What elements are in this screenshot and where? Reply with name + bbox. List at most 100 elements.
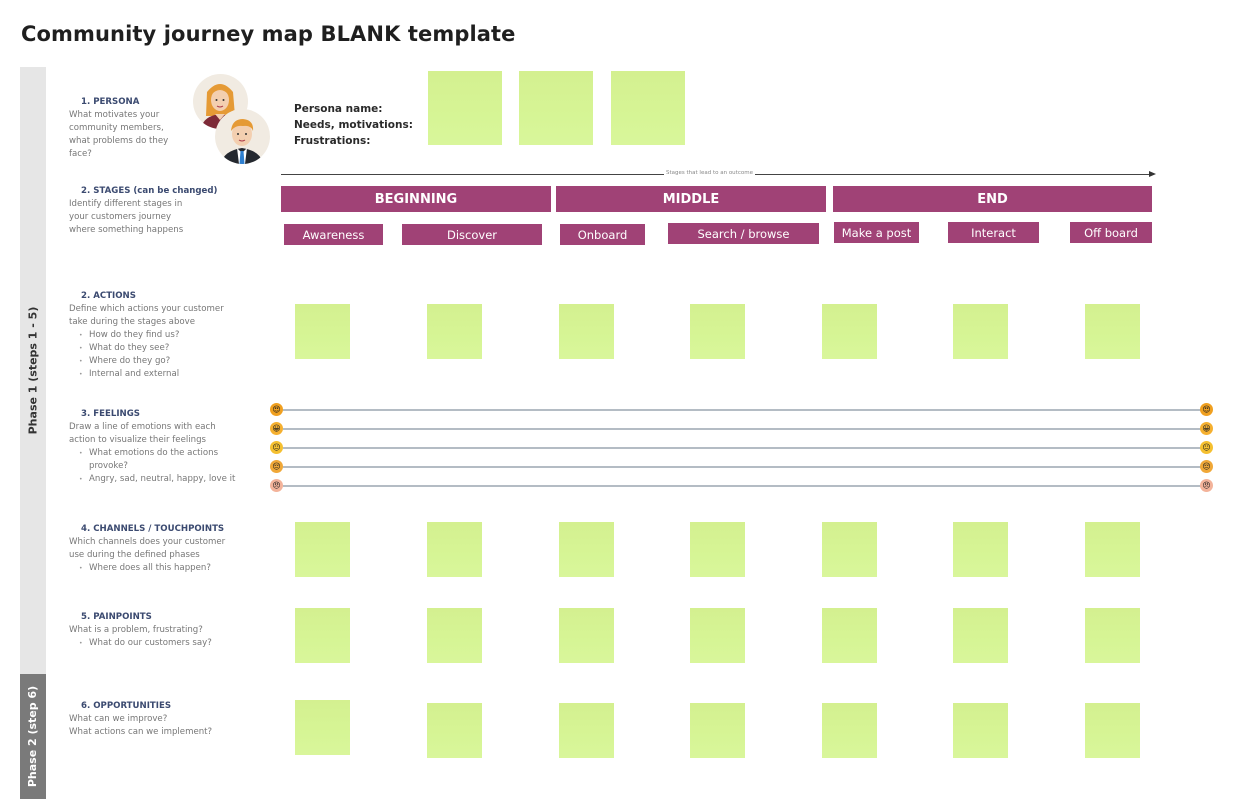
substage-onboard[interactable]: Onboard	[560, 224, 645, 245]
section-line: your customers journey	[69, 212, 172, 222]
channels-sticky-note[interactable]	[822, 522, 877, 577]
opportunities-sticky-note[interactable]	[295, 700, 350, 755]
section-line: What is a problem, frustrating?	[69, 625, 203, 635]
channels-sticky-note[interactable]	[953, 522, 1008, 577]
section-opportunities: 6. OPPORTUNITIES What can we improve? Wh…	[69, 700, 249, 739]
stage-middle[interactable]: MIDDLE	[556, 186, 826, 212]
sad-emoji-icon: 😔	[270, 460, 283, 473]
actions-sticky-note[interactable]	[559, 304, 614, 359]
section-heading: 6. OPPORTUNITIES	[81, 701, 172, 711]
stage-beginning[interactable]: BEGINNING	[281, 186, 551, 212]
section-line: Which channels does your customer	[69, 537, 226, 547]
phase-1-bar: Phase 1 (steps 1 - 5)	[20, 67, 46, 674]
actions-sticky-note[interactable]	[953, 304, 1008, 359]
section-heading: 5. PAINPOINTS	[81, 612, 152, 622]
persona-fields: Persona name: Needs, motivations: Frustr…	[294, 101, 413, 149]
angry-emoji-icon: 😠	[270, 479, 283, 492]
section-heading: 1. PERSONA	[81, 97, 140, 107]
feeling-line-love-it	[283, 409, 1201, 411]
arrow-right-icon	[1149, 171, 1156, 177]
page-title: Community journey map BLANK template	[21, 22, 516, 46]
substage-search-browse[interactable]: Search / browse	[668, 223, 819, 244]
stage-end[interactable]: END	[833, 186, 1152, 212]
persona-sticky-note[interactable]	[428, 71, 502, 145]
section-bullet: What do our customers say?	[79, 637, 249, 650]
section-heading: 2. STAGES (can be changed)	[81, 186, 218, 196]
section-line: Identify different stages in	[69, 199, 183, 209]
phase-2-bar: Phase 2 (step 6)	[20, 674, 46, 799]
neutral-emoji-icon: 😐	[1200, 441, 1213, 454]
persona-sticky-note[interactable]	[611, 71, 685, 145]
channels-sticky-note[interactable]	[295, 522, 350, 577]
section-heading: 4. CHANNELS / TOUCHPOINTS	[81, 524, 225, 534]
section-persona: 1. PERSONA What motivates your community…	[69, 96, 179, 161]
section-actions: 2. ACTIONS Define which actions your cus…	[69, 290, 249, 381]
section-channels: 4. CHANNELS / TOUCHPOINTS Which channels…	[69, 523, 249, 575]
section-heading: 2. ACTIONS	[81, 291, 136, 301]
section-bullet: Where does all this happen?	[79, 562, 249, 575]
section-heading: 3. FEELINGS	[81, 409, 140, 419]
phase-2-label: Phase 2 (step 6)	[26, 685, 40, 788]
actions-sticky-note[interactable]	[690, 304, 745, 359]
section-line: What can we improve?	[69, 714, 168, 724]
persona-frustrations-label: Frustrations:	[294, 135, 371, 147]
channels-sticky-note[interactable]	[559, 522, 614, 577]
neutral-emoji-icon: 😐	[270, 441, 283, 454]
persona-name-label: Persona name:	[294, 103, 383, 115]
section-line: community members,	[69, 123, 164, 133]
opportunities-sticky-note[interactable]	[427, 703, 482, 758]
section-line: action to visualize their feelings	[69, 435, 207, 445]
persona-sticky-note[interactable]	[519, 71, 593, 145]
substage-awareness[interactable]: Awareness	[284, 224, 383, 245]
section-line: What actions can we implement?	[69, 727, 213, 737]
section-line: What motivates your	[69, 110, 160, 120]
happy-emoji-icon: 😀	[270, 422, 283, 435]
sad-emoji-icon: 😔	[1200, 460, 1213, 473]
opportunities-sticky-note[interactable]	[953, 703, 1008, 758]
love-it-emoji-icon: 😍	[1200, 403, 1213, 416]
section-line: Define which actions your customer	[69, 304, 224, 314]
opportunities-sticky-note[interactable]	[690, 703, 745, 758]
section-line: what problems do they	[69, 136, 169, 146]
painpoints-sticky-note[interactable]	[690, 608, 745, 663]
happy-emoji-icon: 😀	[1200, 422, 1213, 435]
actions-sticky-note[interactable]	[822, 304, 877, 359]
phase-1-label: Phase 1 (steps 1 - 5)	[26, 306, 40, 435]
painpoints-sticky-note[interactable]	[559, 608, 614, 663]
channels-sticky-note[interactable]	[1085, 522, 1140, 577]
painpoints-sticky-note[interactable]	[295, 608, 350, 663]
opportunities-sticky-note[interactable]	[822, 703, 877, 758]
section-bullet: What do they see?	[79, 342, 249, 355]
section-bullet: How do they find us?	[79, 329, 249, 342]
section-line: where something happens	[69, 225, 184, 235]
timeline-label: Stages that lead to an outcome	[664, 170, 755, 176]
painpoints-sticky-note[interactable]	[822, 608, 877, 663]
painpoints-sticky-note[interactable]	[1085, 608, 1140, 663]
section-bullet: Angry, sad, neutral, happy, love it	[79, 473, 239, 486]
section-feelings: 3. FEELINGS Draw a line of emotions with…	[69, 408, 239, 486]
section-bullet: What emotions do the actions provoke?	[79, 447, 219, 473]
channels-sticky-note[interactable]	[690, 522, 745, 577]
substage-make-a-post[interactable]: Make a post	[834, 222, 919, 243]
feeling-line-angry	[283, 485, 1201, 487]
substage-interact[interactable]: Interact	[948, 222, 1039, 243]
angry-emoji-icon: 😠	[1200, 479, 1213, 492]
opportunities-sticky-note[interactable]	[1085, 703, 1140, 758]
persona-avatars	[193, 74, 273, 166]
actions-sticky-note[interactable]	[427, 304, 482, 359]
feeling-line-neutral	[283, 447, 1201, 449]
substage-discover[interactable]: Discover	[402, 224, 542, 245]
substage-off-board[interactable]: Off board	[1070, 222, 1152, 243]
opportunities-sticky-note[interactable]	[559, 703, 614, 758]
section-line: take during the stages above	[69, 317, 196, 327]
painpoints-sticky-note[interactable]	[953, 608, 1008, 663]
section-bullet: Internal and external	[79, 368, 249, 381]
actions-sticky-note[interactable]	[1085, 304, 1140, 359]
section-line: Draw a line of emotions with each	[69, 422, 216, 432]
channels-sticky-note[interactable]	[427, 522, 482, 577]
actions-sticky-note[interactable]	[295, 304, 350, 359]
section-line: face?	[69, 149, 92, 159]
painpoints-sticky-note[interactable]	[427, 608, 482, 663]
section-painpoints: 5. PAINPOINTS What is a problem, frustra…	[69, 611, 249, 650]
section-line: use during the defined phases	[69, 550, 200, 560]
